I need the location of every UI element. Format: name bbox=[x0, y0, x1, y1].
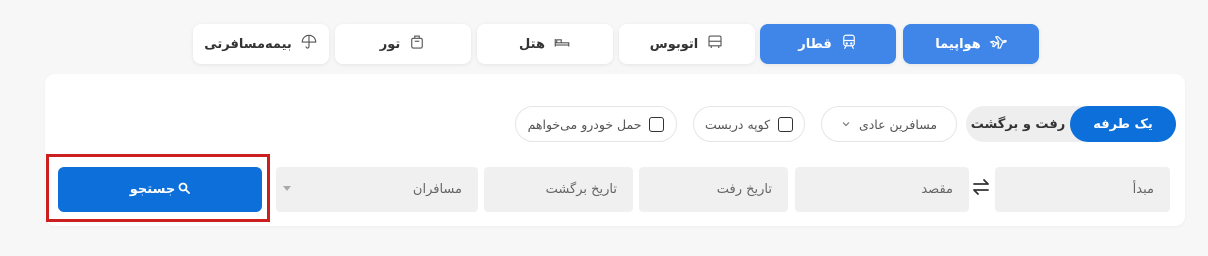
tab-insurance[interactable]: بیمه‌مسافرتی bbox=[193, 24, 329, 64]
tab-tour[interactable]: تور bbox=[335, 24, 471, 64]
exclusive-compartment-option[interactable]: کوپه دربست bbox=[693, 106, 805, 142]
destination-placeholder: مقصد bbox=[921, 182, 953, 197]
passenger-type-select[interactable]: مسافرین عادی bbox=[821, 106, 957, 142]
passengers-placeholder: مسافران bbox=[412, 182, 462, 197]
car-transport-label: حمل خودرو می‌خواهم bbox=[527, 116, 642, 132]
passengers-select[interactable]: مسافران bbox=[276, 167, 478, 212]
one-way-label: یک طرفه bbox=[1093, 116, 1153, 132]
passenger-type-value: مسافرین عادی bbox=[858, 116, 938, 132]
category-tabs: هواپیما قطار اتوبوس bbox=[0, 24, 1208, 64]
search-button-label: جستجو bbox=[129, 182, 176, 197]
origin-field[interactable]: مبدأ bbox=[995, 167, 1170, 212]
swap-icon[interactable] bbox=[971, 178, 991, 196]
suitcase-icon bbox=[408, 33, 426, 55]
tab-insurance-label: بیمه‌مسافرتی bbox=[204, 36, 292, 52]
tab-train[interactable]: قطار bbox=[760, 24, 896, 64]
dropdown-caret-icon bbox=[283, 186, 291, 191]
tab-bus-label: اتوبوس bbox=[649, 36, 699, 52]
round-trip-label: رفت و برگشت bbox=[970, 116, 1066, 132]
car-transport-option[interactable]: حمل خودرو می‌خواهم bbox=[515, 106, 677, 142]
train-icon bbox=[840, 33, 858, 55]
search-icon bbox=[178, 182, 191, 198]
tab-hotel[interactable]: هتل bbox=[477, 24, 613, 64]
destination-field[interactable]: مقصد bbox=[795, 167, 969, 212]
one-way-option[interactable]: یک طرفه bbox=[1070, 106, 1176, 142]
airplane-icon bbox=[989, 33, 1007, 55]
exclusive-compartment-checkbox[interactable] bbox=[778, 116, 794, 132]
car-transport-checkbox[interactable] bbox=[649, 116, 665, 132]
chevron-down-icon bbox=[841, 117, 851, 132]
tab-airplane-label: هواپیما bbox=[935, 36, 981, 52]
umbrella-icon bbox=[300, 33, 318, 55]
exclusive-compartment-label: کوپه دربست bbox=[704, 116, 771, 132]
return-date-field[interactable]: تاریخ برگشت bbox=[484, 167, 633, 212]
return-date-placeholder: تاریخ برگشت bbox=[545, 182, 617, 197]
bus-icon bbox=[706, 33, 724, 55]
tab-train-label: قطار bbox=[798, 36, 832, 52]
trip-type-toggle: یک طرفه رفت و برگشت bbox=[966, 106, 1176, 142]
tab-bus[interactable]: اتوبوس bbox=[619, 24, 755, 64]
departure-date-placeholder: تاریخ رفت bbox=[716, 182, 772, 197]
tab-hotel-label: هتل bbox=[519, 36, 545, 52]
origin-placeholder: مبدأ bbox=[1132, 182, 1154, 197]
search-button[interactable]: جستجو bbox=[58, 167, 262, 212]
round-trip-option[interactable]: رفت و برگشت bbox=[966, 106, 1070, 142]
bed-icon bbox=[553, 33, 571, 55]
departure-date-field[interactable]: تاریخ رفت bbox=[639, 167, 788, 212]
tab-tour-label: تور bbox=[379, 36, 401, 52]
tab-airplane[interactable]: هواپیما bbox=[903, 24, 1039, 64]
